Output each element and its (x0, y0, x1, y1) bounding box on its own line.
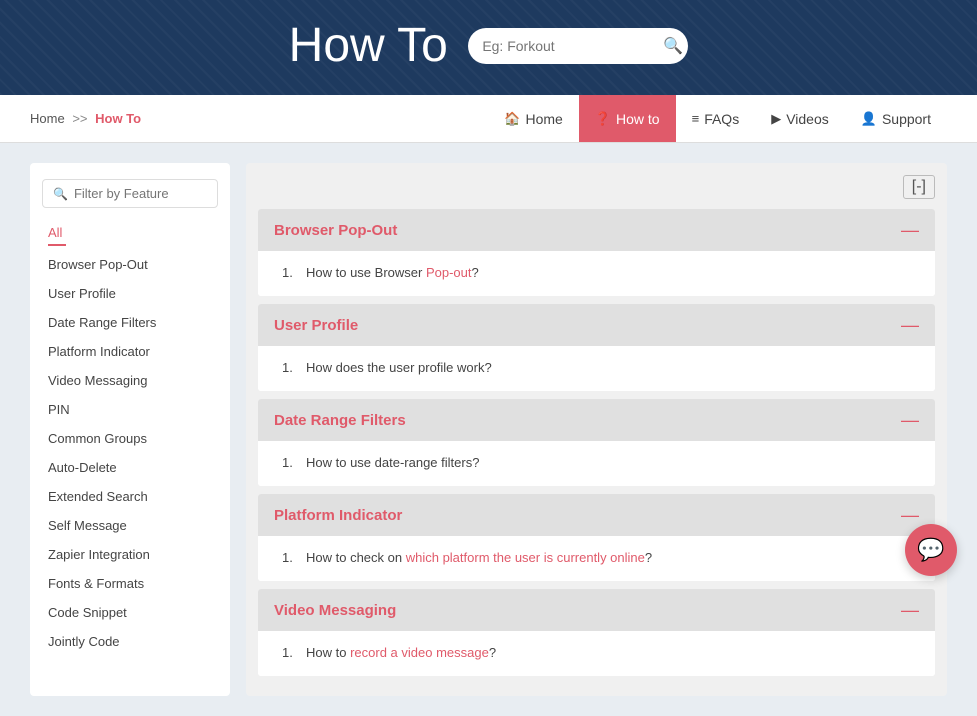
support-icon: 👤 (861, 111, 877, 127)
tab-support-label: Support (882, 111, 931, 127)
tab-support[interactable]: 👤 Support (845, 95, 947, 142)
breadcrumb: Home >> How To (30, 111, 141, 126)
section-video-messaging-body: 1. How to record a video message? (258, 631, 935, 676)
section-date-range-title: Date Range Filters (274, 412, 406, 429)
nav-tabs: 🏠 Home ❓ How to ≡ FAQs ▶ Videos 👤 Suppor… (488, 95, 947, 142)
tab-howto-label: How to (616, 111, 660, 127)
content-panel: [-] Browser Pop-Out — 1. How to use Brow… (246, 163, 947, 696)
section-user-profile-toggle: — (901, 316, 919, 334)
sidebar-item-user-profile[interactable]: User Profile (30, 279, 230, 308)
header-title: How To (289, 18, 448, 73)
tab-home-label: Home (525, 111, 562, 127)
section-video-messaging-title: Video Messaging (274, 602, 396, 619)
item-number: 1. (282, 455, 298, 470)
header: How To 🔍 (0, 0, 977, 95)
tab-videos[interactable]: ▶ Videos (755, 95, 845, 142)
section-video-messaging-header[interactable]: Video Messaging — (258, 589, 935, 631)
sidebar-item-platform-indicator[interactable]: Platform Indicator (30, 337, 230, 366)
section-browser-popout-header[interactable]: Browser Pop-Out — (258, 209, 935, 251)
section-video-messaging-toggle: — (901, 601, 919, 619)
section-platform-indicator-title: Platform Indicator (274, 507, 402, 524)
videos-icon: ▶ (771, 111, 781, 127)
header-search-button[interactable]: 🔍 (663, 36, 683, 56)
tab-faqs-label: FAQs (704, 111, 739, 127)
section-user-profile-body: 1. How does the user profile work? (258, 346, 935, 391)
section-platform-indicator: Platform Indicator — 1. How to check on … (258, 494, 935, 581)
sidebar-search-icon: 🔍 (53, 187, 68, 201)
sidebar-item-video-messaging[interactable]: Video Messaging (30, 366, 230, 395)
sidebar-item-self-message[interactable]: Self Message (30, 511, 230, 540)
tab-faqs[interactable]: ≡ FAQs (676, 95, 756, 142)
sidebar-item-date-range[interactable]: Date Range Filters (30, 308, 230, 337)
sidebar-item-common-groups[interactable]: Common Groups (30, 424, 230, 453)
breadcrumb-current: How To (95, 111, 141, 126)
section-date-range: Date Range Filters — 1. How to use date-… (258, 399, 935, 486)
header-search-box: 🔍 (468, 28, 688, 64)
list-item: 1. How does the user profile work? (282, 356, 919, 379)
breadcrumb-home[interactable]: Home (30, 111, 65, 126)
section-user-profile-header[interactable]: User Profile — (258, 304, 935, 346)
section-date-range-toggle: — (901, 411, 919, 429)
nav-bar: Home >> How To 🏠 Home ❓ How to ≡ FAQs ▶ … (0, 95, 977, 143)
breadcrumb-sep: >> (72, 111, 87, 126)
sidebar-item-extended-search[interactable]: Extended Search (30, 482, 230, 511)
platform-indicator-link[interactable]: which platform the user is currently onl… (406, 550, 645, 565)
browser-popout-link[interactable]: Pop-out (426, 265, 472, 280)
collapse-btn-container: [-] (258, 175, 935, 199)
sidebar-item-jointly-code[interactable]: Jointly Code (30, 627, 230, 656)
item-number: 1. (282, 265, 298, 280)
item-number: 1. (282, 645, 298, 660)
collapse-all-button[interactable]: [-] (903, 175, 935, 199)
sidebar-item-fonts-formats[interactable]: Fonts & Formats (30, 569, 230, 598)
sidebar-item-auto-delete[interactable]: Auto-Delete (30, 453, 230, 482)
all-underline (48, 244, 66, 246)
section-platform-indicator-toggle: — (901, 506, 919, 524)
section-browser-popout-title: Browser Pop-Out (274, 222, 397, 239)
section-user-profile-title: User Profile (274, 317, 358, 334)
section-browser-popout-body: 1. How to use Browser Pop-out? (258, 251, 935, 296)
sidebar-item-browser-popout[interactable]: Browser Pop-Out (30, 250, 230, 279)
sidebar: 🔍 All Browser Pop-Out User Profile Date … (30, 163, 230, 696)
section-browser-popout-toggle: — (901, 221, 919, 239)
sidebar-item-pin[interactable]: PIN (30, 395, 230, 424)
item-number: 1. (282, 360, 298, 375)
sidebar-item-code-snippet[interactable]: Code Snippet (30, 598, 230, 627)
video-messaging-link[interactable]: record a video message (350, 645, 489, 660)
item-number: 1. (282, 550, 298, 565)
section-video-messaging: Video Messaging — 1. How to record a vid… (258, 589, 935, 676)
section-platform-indicator-body: 1. How to check on which platform the us… (258, 536, 935, 581)
header-search-input[interactable] (482, 38, 663, 54)
tab-howto[interactable]: ❓ How to (579, 95, 676, 142)
chat-button[interactable]: 💬 (905, 524, 957, 576)
section-date-range-header[interactable]: Date Range Filters — (258, 399, 935, 441)
section-date-range-body: 1. How to use date-range filters? (258, 441, 935, 486)
tab-home[interactable]: 🏠 Home (488, 95, 579, 142)
section-user-profile: User Profile — 1. How does the user prof… (258, 304, 935, 391)
list-item: 1. How to record a video message? (282, 641, 919, 664)
sidebar-search-box: 🔍 (42, 179, 218, 208)
tab-videos-label: Videos (786, 111, 829, 127)
home-icon: 🏠 (504, 111, 520, 127)
sidebar-search-input[interactable] (74, 186, 250, 201)
list-item: 1. How to check on which platform the us… (282, 546, 919, 569)
section-platform-indicator-header[interactable]: Platform Indicator — (258, 494, 935, 536)
list-item: 1. How to use date-range filters? (282, 451, 919, 474)
main-content: 🔍 All Browser Pop-Out User Profile Date … (0, 143, 977, 716)
sidebar-item-zapier[interactable]: Zapier Integration (30, 540, 230, 569)
section-browser-popout: Browser Pop-Out — 1. How to use Browser … (258, 209, 935, 296)
sidebar-item-all[interactable]: All (30, 218, 230, 244)
faqs-icon: ≡ (692, 111, 700, 126)
howto-icon: ❓ (595, 111, 611, 127)
list-item: 1. How to use Browser Pop-out? (282, 261, 919, 284)
